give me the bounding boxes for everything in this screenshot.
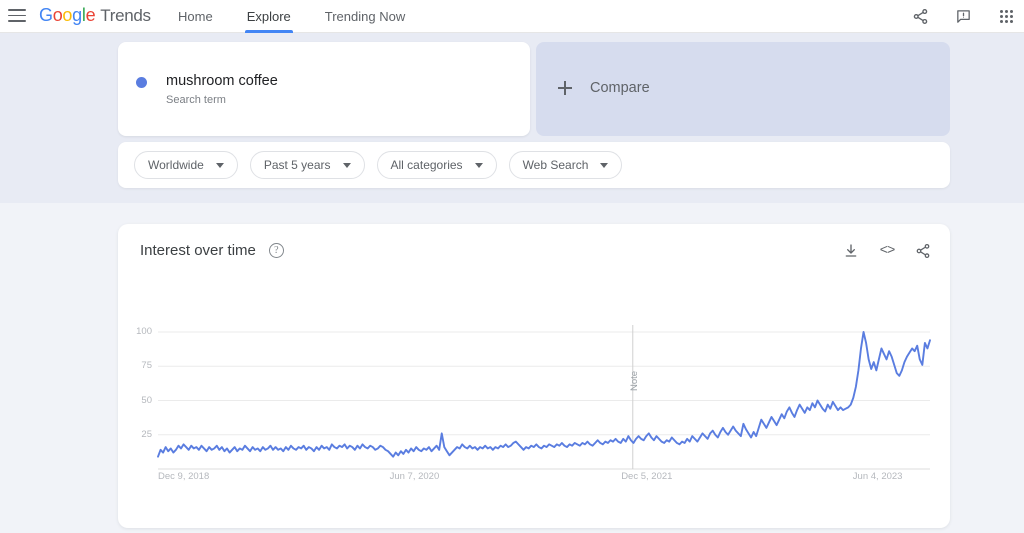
nav-item-explore[interactable]: Explore	[244, 0, 293, 33]
app-header: Google Trends Home Explore Trending Now	[0, 0, 1024, 33]
filter-row: Worldwide Past 5 years All categories We…	[134, 151, 623, 179]
search-term-content: mushroom coffee Search term	[136, 72, 278, 106]
search-term-title: mushroom coffee	[166, 73, 278, 89]
filter-location-label: Worldwide	[148, 158, 204, 172]
interest-over-time-card: Interest over time ? <> 25 50 75 100 Not…	[118, 224, 950, 528]
x-axis-tick-label: Jun 7, 2020	[389, 471, 440, 482]
google-trends-logo[interactable]: Google Trends	[39, 5, 151, 26]
plus-icon	[558, 81, 572, 95]
search-term-card[interactable]: mushroom coffee Search term	[118, 42, 530, 136]
filter-search-type-label: Web Search	[522, 158, 589, 172]
logo-letter: e	[85, 5, 96, 25]
trend-line-series	[157, 331, 931, 458]
chart-plot-area: 25 50 75 100 Note Dec 9, 2018 Jun 7, 2020 Dec 5…	[118, 224, 950, 528]
compare-label: Compare	[590, 80, 650, 96]
y-axis-tick-label: 25	[141, 428, 152, 440]
y-axis-tick-label: 50	[141, 394, 152, 406]
chevron-down-icon	[342, 162, 351, 168]
filter-category-label: All categories	[390, 158, 463, 172]
compare-content: Compare	[558, 80, 650, 96]
filter-time-range-dropdown[interactable]: Past 5 years	[249, 151, 365, 179]
search-term-type-label: Search term	[166, 94, 226, 106]
nav-item-home[interactable]: Home	[178, 0, 213, 33]
hamburger-menu-icon[interactable]	[8, 9, 26, 24]
share-icon[interactable]	[911, 7, 930, 26]
filter-category-dropdown[interactable]: All categories	[376, 151, 497, 179]
x-axis-tick-label: Dec 9, 2018	[158, 471, 210, 482]
filter-search-type-dropdown[interactable]: Web Search	[508, 151, 623, 179]
chevron-down-icon	[600, 162, 609, 168]
series-color-dot	[136, 77, 147, 88]
logo-letter: g	[72, 5, 82, 25]
x-axis-tick-label: Dec 5, 2021	[621, 471, 673, 482]
filter-location-dropdown[interactable]: Worldwide	[134, 151, 238, 179]
x-axis-tick-label: Jun 4, 2023	[852, 471, 903, 482]
nav-item-trending-now[interactable]: Trending Now	[325, 0, 405, 33]
header-icon-group	[911, 0, 1016, 33]
trend-line-chart[interactable]	[118, 224, 950, 528]
y-axis-tick-label: 100	[136, 326, 152, 337]
feedback-icon[interactable]	[954, 7, 973, 26]
note-annotation-label: Note	[628, 370, 640, 391]
filter-time-range-label: Past 5 years	[263, 158, 331, 172]
search-term-text-block: mushroom coffee Search term	[166, 72, 278, 106]
chevron-down-icon	[474, 162, 483, 168]
logo-letter: o	[52, 5, 63, 25]
logo-product-name: Trends	[100, 6, 151, 25]
google-apps-icon[interactable]	[997, 7, 1016, 26]
main-navigation: Home Explore Trending Now	[178, 0, 405, 33]
chevron-down-icon	[215, 162, 224, 168]
google-trends-page: GoogleTrends Home Explore Trending Now	[0, 0, 1024, 533]
filter-bar: Worldwide Past 5 years All categories We…	[118, 142, 950, 188]
logo-letter: o	[62, 5, 73, 25]
logo-letter: G	[39, 5, 53, 25]
y-axis-tick-label: 75	[141, 360, 152, 372]
compare-card[interactable]: Compare	[536, 42, 950, 136]
